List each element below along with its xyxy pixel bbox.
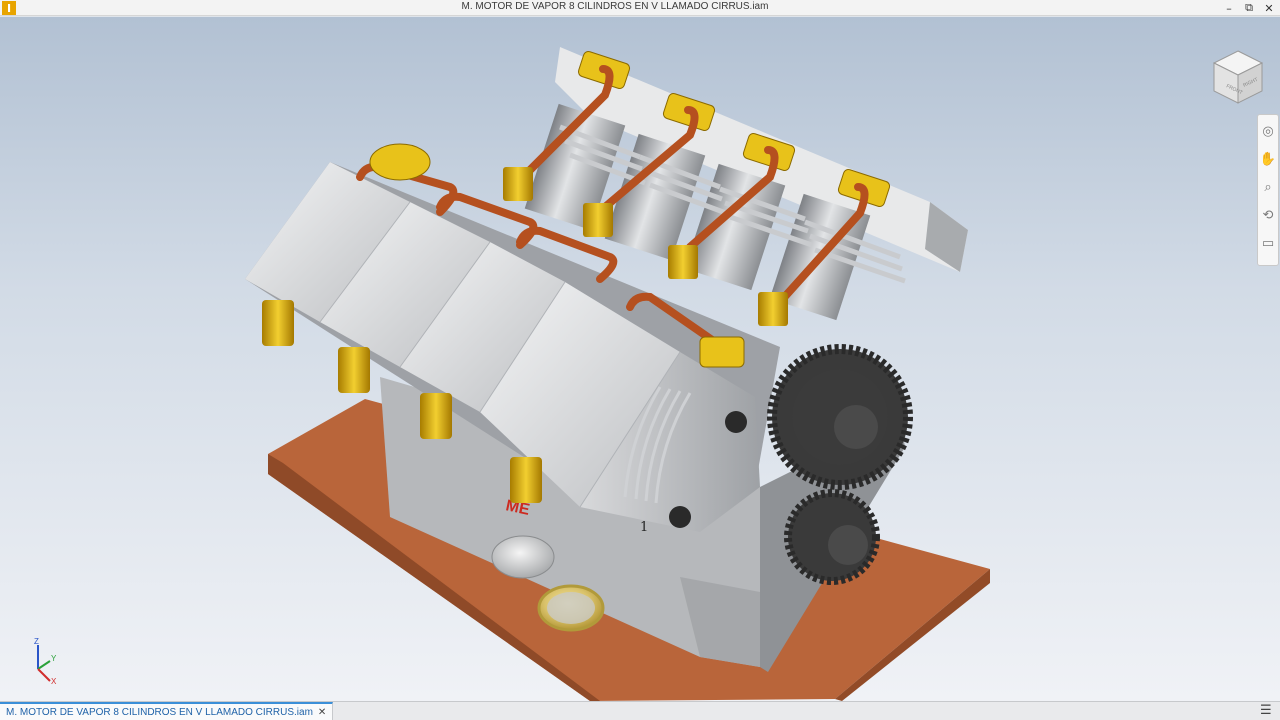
title-bar: I M. MOTOR DE VAPOR 8 CILINDROS EN V LLA… bbox=[0, 0, 1280, 16]
minimize-button[interactable]: – bbox=[1218, 0, 1240, 16]
document-tab[interactable]: M. MOTOR DE VAPOR 8 CILINDROS EN V LLAMA… bbox=[0, 702, 334, 720]
document-tab-bar: M. MOTOR DE VAPOR 8 CILINDROS EN V LLAMA… bbox=[0, 701, 1280, 720]
close-button[interactable]: ✕ bbox=[1258, 0, 1280, 16]
look-at-icon[interactable]: ▭ bbox=[1260, 233, 1276, 253]
graphics-viewport[interactable]: ME 1 FRONT RIGHT ◎ ✋ ⌕ ⟲ ▭ Z Y X bbox=[0, 17, 1280, 701]
pan-icon[interactable]: ✋ bbox=[1260, 149, 1276, 169]
orbit-icon[interactable]: ⟲ bbox=[1260, 205, 1276, 225]
restore-button[interactable]: ⧉ bbox=[1238, 0, 1260, 16]
z-axis-label: Z bbox=[34, 637, 39, 646]
navigation-bar: ◎ ✋ ⌕ ⟲ ▭ bbox=[1257, 114, 1279, 266]
x-axis-label: X bbox=[51, 677, 57, 685]
engine-model-render[interactable]: ME bbox=[0, 17, 1280, 701]
part-callout-number: 1 bbox=[640, 520, 649, 535]
viewcube-icon[interactable]: FRONT RIGHT bbox=[1208, 47, 1268, 107]
document-tab-label[interactable]: M. MOTOR DE VAPOR 8 CILINDROS EN V LLAMA… bbox=[6, 707, 313, 718]
zoom-icon[interactable]: ⌕ bbox=[1260, 177, 1276, 197]
window-title: M. MOTOR DE VAPOR 8 CILINDROS EN V LLAMA… bbox=[461, 1, 769, 12]
close-tab-icon[interactable]: ✕ bbox=[318, 707, 326, 718]
steering-wheel-icon[interactable]: ◎ bbox=[1260, 121, 1276, 141]
coordinate-triad: Z Y X bbox=[34, 637, 57, 685]
menu-icon[interactable]: ☰ bbox=[1260, 704, 1274, 718]
y-axis-label: Y bbox=[51, 654, 57, 663]
